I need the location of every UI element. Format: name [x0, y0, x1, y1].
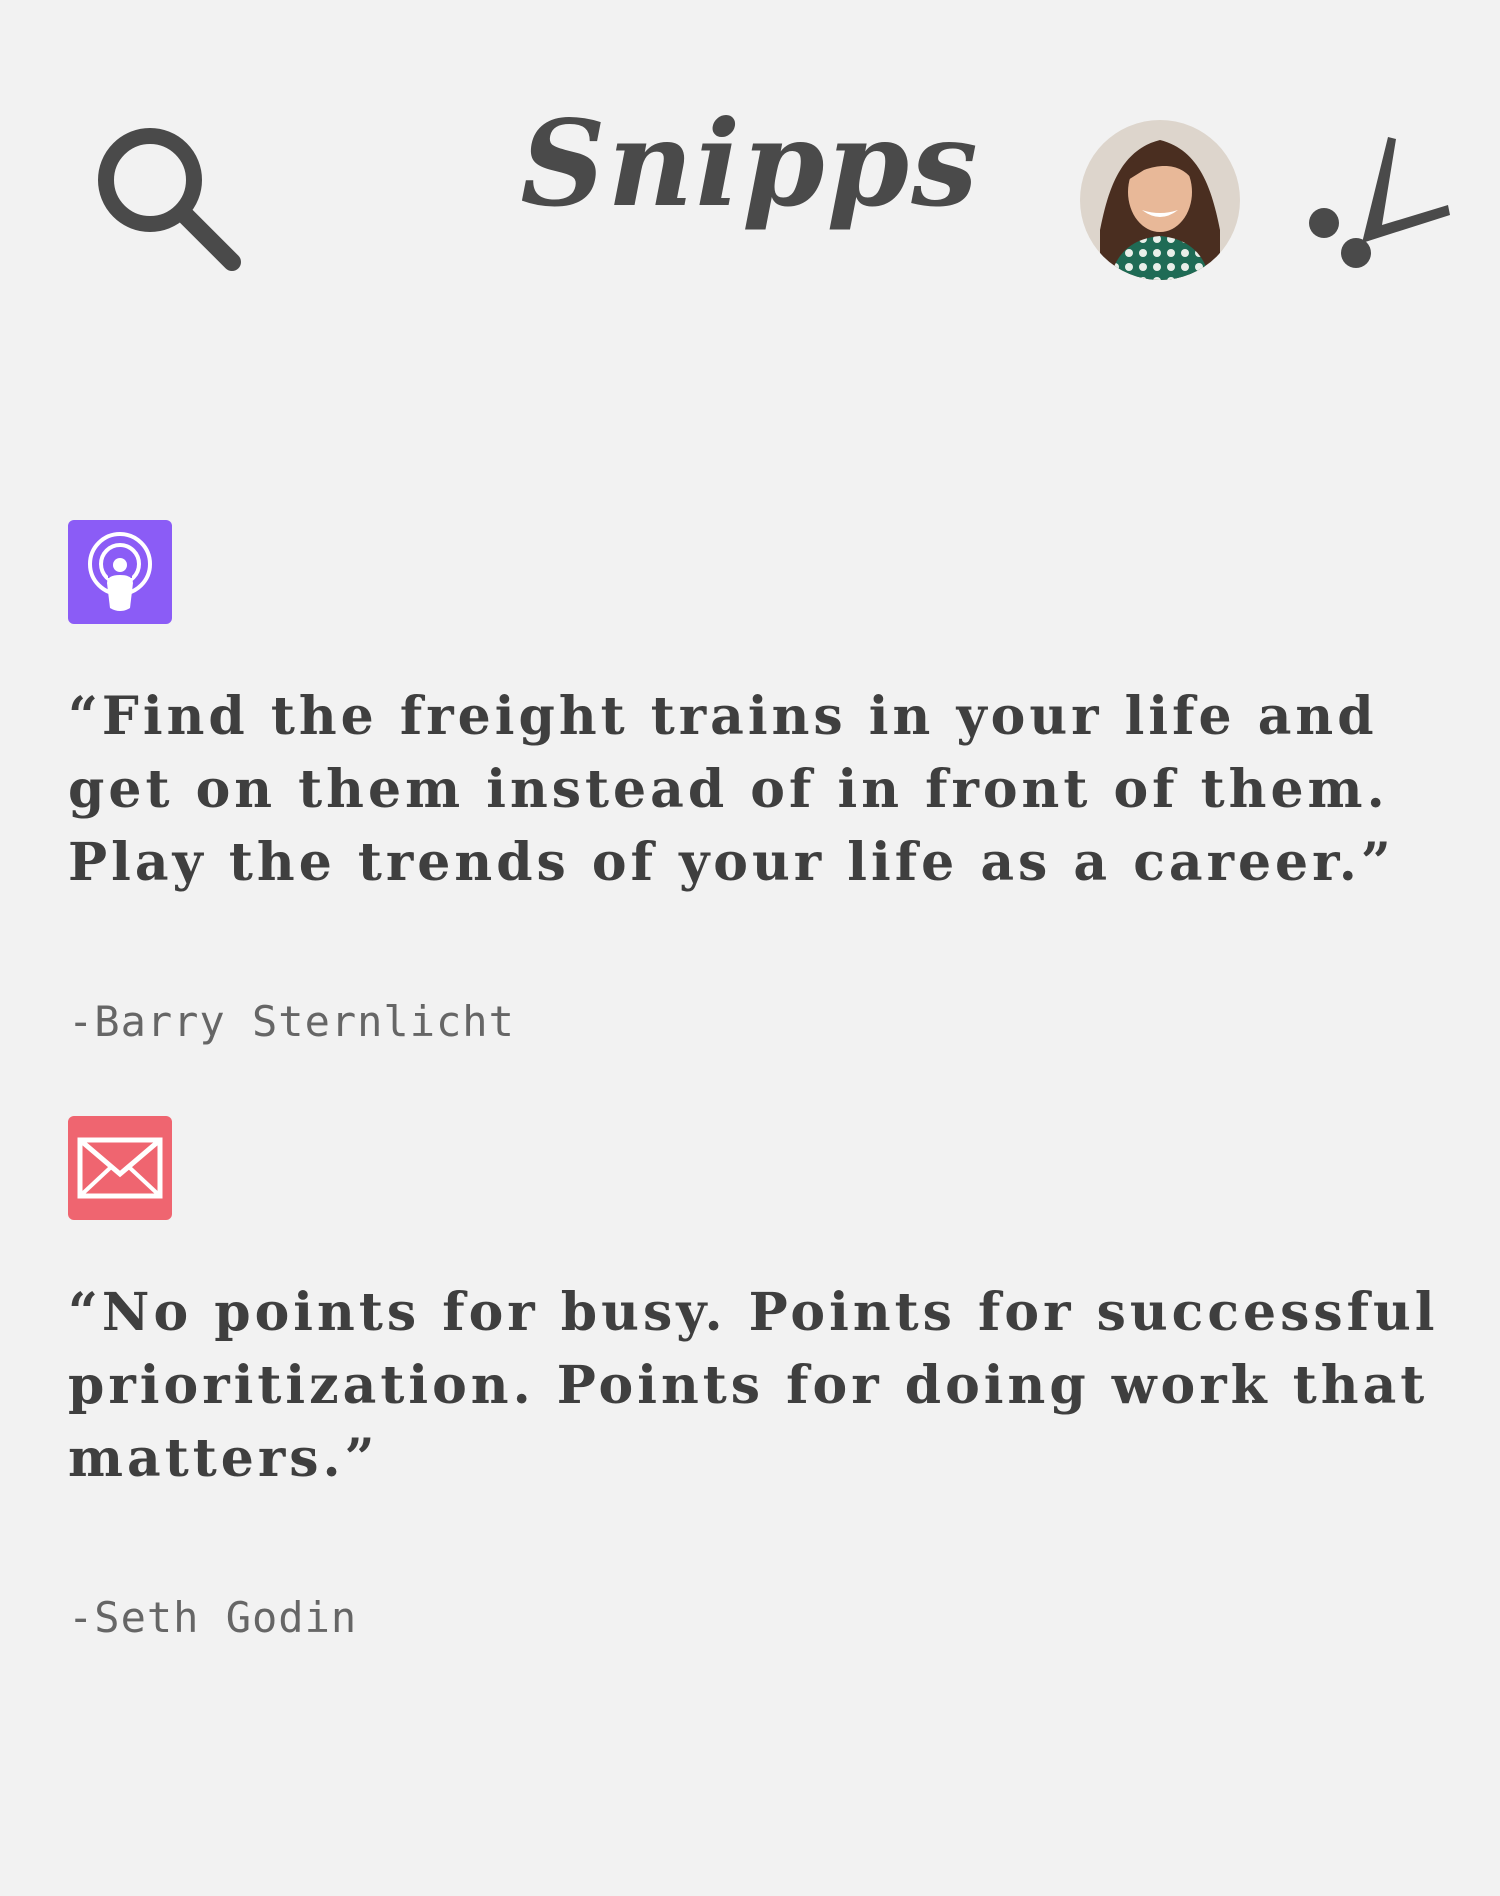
- snippet-quote: “No points for busy. Points for successf…: [68, 1282, 1439, 1489]
- app-header: Snipps: [0, 0, 1500, 330]
- podcast-icon: [68, 520, 172, 624]
- snippet-card[interactable]: “Find the freight trains in your life an…: [68, 520, 1448, 1046]
- snippet-author: -Barry Sternlicht: [68, 997, 515, 1046]
- snippet-card[interactable]: “No points for busy. Points for successf…: [68, 1116, 1448, 1642]
- search-button[interactable]: [90, 120, 250, 280]
- search-icon: [98, 128, 241, 271]
- new-snip-button[interactable]: [1300, 125, 1460, 285]
- mail-icon: [68, 1116, 172, 1220]
- profile-avatar-button[interactable]: [1080, 120, 1240, 280]
- scissors-icon: [1309, 137, 1450, 268]
- snippet-quote: “Find the freight trains in your life an…: [68, 686, 1395, 893]
- snippet-author: -Seth Godin: [68, 1593, 358, 1642]
- user-avatar: [1080, 120, 1240, 280]
